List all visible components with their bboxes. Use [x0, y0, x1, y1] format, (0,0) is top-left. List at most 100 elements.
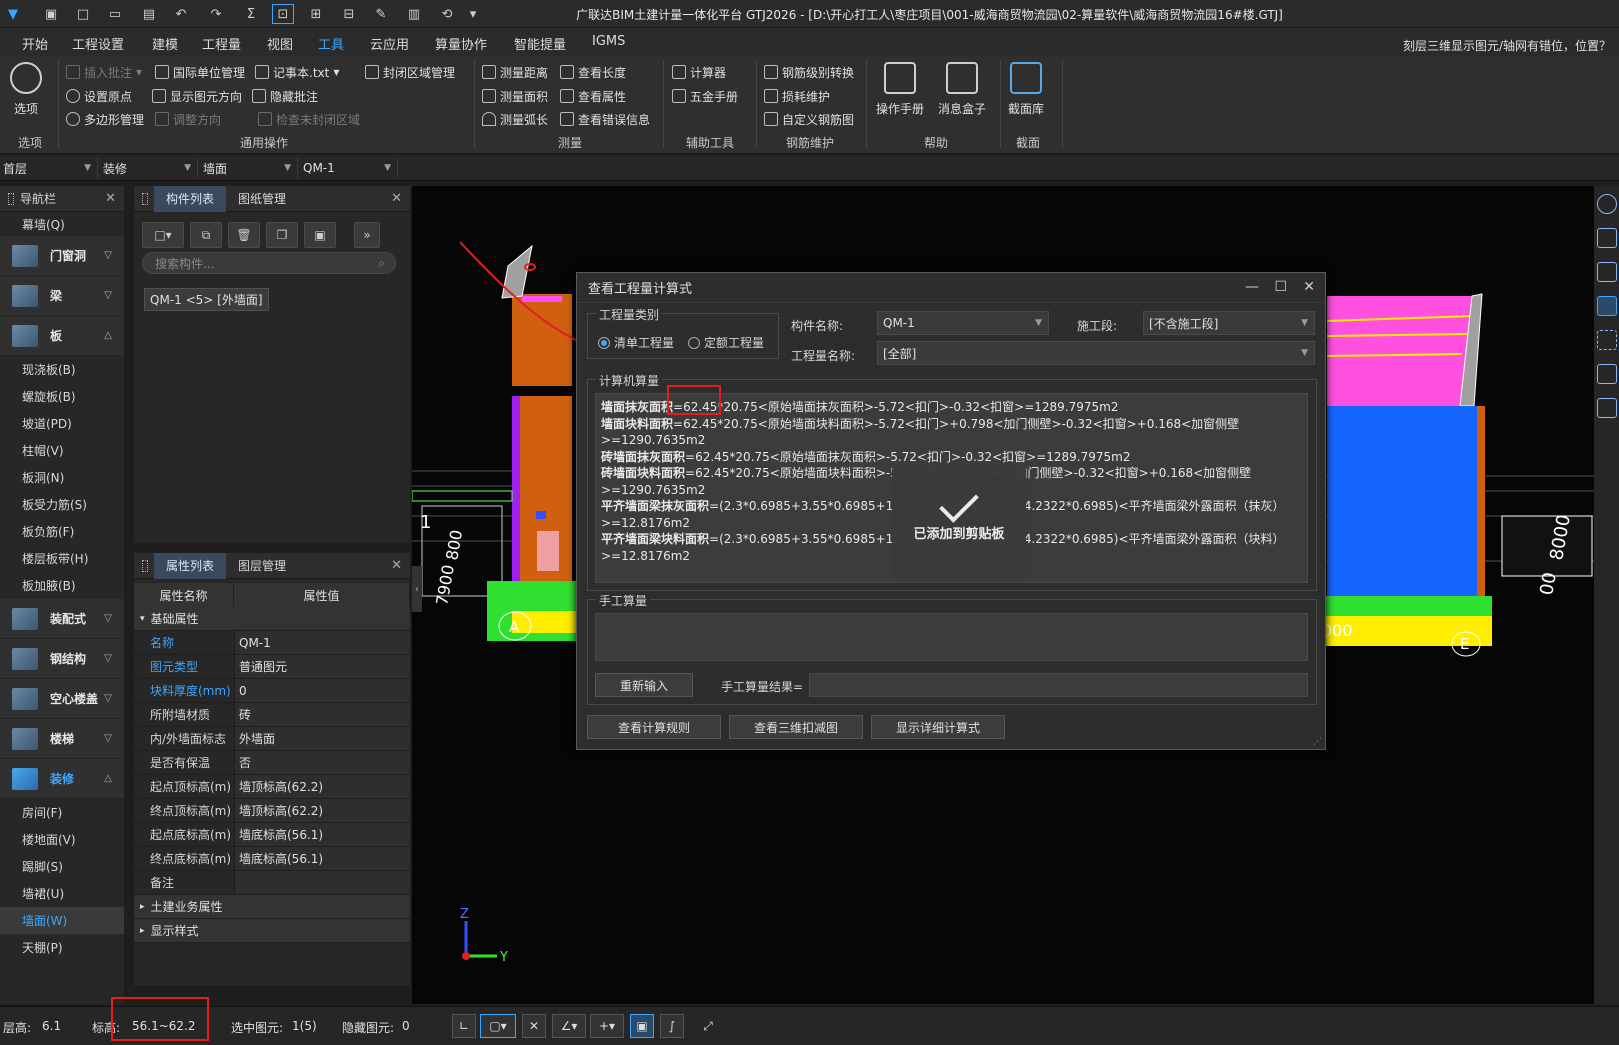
open-folder-icon[interactable]: ▭	[104, 4, 126, 24]
menu-project-settings[interactable]: 工程设置	[72, 34, 124, 53]
nav-item-slab[interactable]: 螺旋板(B)	[0, 383, 124, 410]
nav-item-slab[interactable]: 板洞(N)	[0, 464, 124, 491]
save-template-button[interactable]: ▣	[304, 222, 336, 248]
property-value[interactable]: QM-1	[234, 631, 410, 654]
set-origin-button[interactable]: 设置原点	[66, 86, 132, 106]
nav-item-decor[interactable]: 房间(F)	[0, 799, 124, 826]
menu-igms[interactable]: IGMS	[592, 34, 625, 49]
more-button[interactable]: »	[354, 222, 380, 248]
property-value[interactable]: 外墙面	[234, 727, 410, 750]
component-search-input[interactable]: 搜索构件... ⌕	[142, 252, 396, 274]
view-3d-icon[interactable]	[1596, 262, 1617, 282]
expand-icon[interactable]: ⤢	[696, 1014, 720, 1038]
menu-quantity[interactable]: 工程量	[202, 34, 241, 53]
close-icon[interactable]: ✕	[391, 191, 402, 206]
polygon-mgr-button[interactable]: 多边形管理	[66, 109, 144, 129]
measure-arc-button[interactable]: 测量弧长	[482, 109, 548, 129]
component-item-qm1[interactable]: QM-1 <5> [外墙面]	[144, 288, 269, 311]
calculator-button[interactable]: 计算器	[672, 62, 726, 82]
tab-drawing-mgr[interactable]: 图纸管理	[226, 186, 298, 212]
tab-property-list[interactable]: 属性列表	[154, 552, 227, 579]
new-component-button[interactable]: □▾	[142, 222, 184, 248]
grid-icon[interactable]: ⊞	[305, 4, 327, 24]
type-select[interactable]: 装修 ▼	[100, 158, 198, 178]
nav-item-decor[interactable]: 天棚(P)	[0, 934, 124, 961]
intl-unit-button[interactable]: 国际单位管理	[155, 62, 245, 82]
show-detail-button[interactable]: 显示详细计算式	[871, 715, 1005, 739]
save-icon[interactable]: ▤	[138, 4, 160, 24]
duplicate-floor-button[interactable]: ❐	[266, 222, 298, 248]
ortho-icon[interactable]: ∟	[452, 1014, 476, 1038]
hide-note-checkbox[interactable]: 隐藏批注	[252, 86, 318, 106]
nav-item-slab[interactable]: 楼层板带(H)	[0, 545, 124, 572]
show-direction-checkbox[interactable]: 显示图元方向	[152, 86, 242, 106]
menu-view[interactable]: 视图	[267, 34, 293, 53]
msgbox-button[interactable]: 消息盒子	[938, 62, 986, 117]
property-value[interactable]: 墙顶标高(62.2)	[234, 775, 410, 798]
nav-cat-door[interactable]: 门窗洞 ▽	[0, 236, 124, 276]
loss-maint-button[interactable]: 损耗维护	[764, 86, 830, 106]
close-icon[interactable]: ✕	[105, 191, 116, 206]
nav-cat-steel[interactable]: 钢结构 ▽	[0, 639, 124, 679]
section-lib-button[interactable]: 截面库	[1008, 62, 1044, 117]
nav-item-slab[interactable]: 板加腋(B)	[0, 572, 124, 599]
group-basic-props[interactable]: ▾ 基础属性	[134, 607, 410, 631]
view-rules-button[interactable]: 查看计算规则	[587, 715, 721, 739]
menu-smart[interactable]: 智能提量	[514, 34, 566, 53]
question-ticker[interactable]: 刻层三维显示图元/轴网有错位，位置？	[1403, 37, 1611, 54]
minimize-icon[interactable]: —	[1245, 279, 1259, 295]
measure-distance-button[interactable]: 测量距离	[482, 62, 548, 82]
property-value[interactable]: 墙底标高(56.1)	[234, 847, 410, 870]
closed-area-button[interactable]: 封闭区域管理	[365, 62, 455, 82]
check-unclosed-button[interactable]: 检查未封闭区域	[258, 109, 360, 129]
view-length-button[interactable]: 查看长度	[560, 62, 626, 82]
hardware-manual-button[interactable]: 五金手册	[672, 86, 738, 106]
sum-icon[interactable]: Σ	[240, 4, 262, 24]
resize-grip-icon[interactable]: ⋰	[1313, 737, 1322, 747]
nav-item-slab[interactable]: 坡道(PD)	[0, 410, 124, 437]
close-icon[interactable]: ✕	[1303, 279, 1315, 295]
select-icon[interactable]: ⊡	[272, 4, 294, 24]
manual-button[interactable]: 操作手册	[876, 62, 924, 117]
list-view-icon[interactable]	[1596, 398, 1617, 418]
collapse-panel-handle[interactable]: ‹	[412, 566, 422, 612]
curve-icon[interactable]: ∫	[660, 1014, 684, 1038]
tab-component-list[interactable]: 构件列表	[154, 185, 227, 212]
nav-item-decor[interactable]: 墙裙(U)	[0, 880, 124, 907]
pen-icon[interactable]: ✎	[370, 4, 392, 24]
angle-icon[interactable]: ∠▾	[552, 1014, 586, 1038]
nav-cat-prefab[interactable]: 装配式 ▽	[0, 599, 124, 639]
view-error-button[interactable]: 查看错误信息	[560, 109, 650, 129]
offset-icon[interactable]: +▾	[590, 1014, 624, 1038]
nav-item-slab[interactable]: 柱帽(V)	[0, 437, 124, 464]
rebar-grade-button[interactable]: 钢筋级别转换	[764, 62, 854, 82]
maximize-icon[interactable]: ☐	[1274, 279, 1287, 295]
measure-area-button[interactable]: 测量面积	[482, 86, 548, 106]
property-value[interactable]: 0	[234, 679, 410, 702]
redo-icon[interactable]: ↷	[205, 4, 227, 24]
manual-calc-textarea[interactable]	[595, 613, 1308, 661]
property-value[interactable]: 砖	[234, 703, 410, 726]
menu-modeling[interactable]: 建模	[152, 34, 178, 53]
comp-name-select[interactable]: QM-1 ▼	[877, 311, 1049, 335]
nav-item-slab[interactable]: 板受力筋(S)	[0, 491, 124, 518]
view-attr-button[interactable]: 查看属性	[560, 86, 626, 106]
undo-icon[interactable]: ↶	[170, 4, 192, 24]
group-civil-props[interactable]: ▸ 土建业务属性	[134, 895, 410, 919]
notepad-button[interactable]: 记事本.txt ▾	[255, 62, 339, 82]
box-select-icon[interactable]	[1596, 330, 1617, 350]
menu-start[interactable]: 开始	[22, 34, 48, 53]
property-value[interactable]: 否	[234, 751, 410, 774]
nav-item-curtain-wall[interactable]: 幕墙(Q)	[0, 212, 124, 236]
qty-name-select[interactable]: [全部] ▼	[877, 341, 1315, 365]
copy-component-button[interactable]: ⧉	[190, 222, 222, 248]
orbit-icon[interactable]	[1596, 194, 1617, 214]
cube-view-icon[interactable]	[1596, 296, 1617, 316]
subtype-select[interactable]: 墙面 ▼	[200, 158, 298, 178]
nav-cat-hollow[interactable]: 空心楼盖 ▽	[0, 679, 124, 719]
nav-item-decor[interactable]: 楼地面(V)	[0, 826, 124, 853]
dynamic-input-icon[interactable]: ▣	[630, 1014, 654, 1038]
delete-component-button[interactable]: 🗑	[228, 222, 260, 248]
nav-cat-stair[interactable]: 楼梯 ▽	[0, 719, 124, 759]
insert-note-button[interactable]: 插入批注 ▾	[66, 62, 142, 82]
